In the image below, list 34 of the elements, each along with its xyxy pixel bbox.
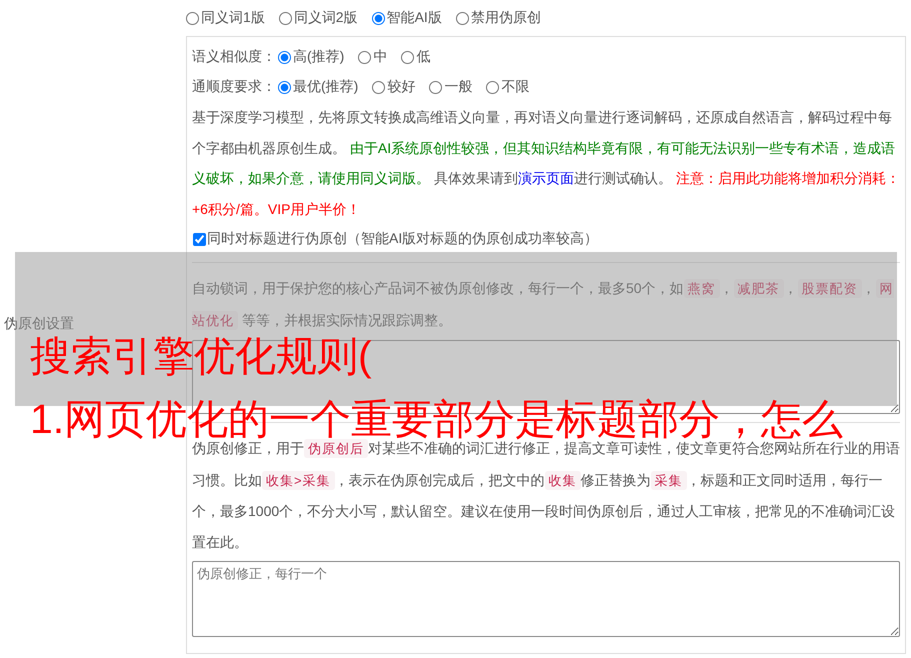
radio-button[interactable] xyxy=(429,80,442,94)
section-label: 伪原创设置 xyxy=(3,315,74,333)
radio-label: 中 xyxy=(373,48,388,66)
radio-button[interactable] xyxy=(372,12,385,24)
description-text: 伪原创修正，用于 伪原创后 对某些不准确的词汇进行修正，提高文章可读性，使文章更符合您网站所在行业的用语习惯。比如 收集>采集 ，表示在伪原创完成后，把文中的 收集 修正替换为 采集 ，标题和正文同时适用，每行一个，最多1000个，不分大小写，默认留空。建议在使用一段时间伪原创后，通过人工审核，把常见的不准确词汇设置在此。 xyxy=(192,439,900,552)
setting-label: 语义相似度： xyxy=(192,48,276,66)
headline-text: 搜索引擎优化规则( xyxy=(30,333,372,379)
setting-label: 通顺度要求： xyxy=(192,78,276,96)
radio-button[interactable] xyxy=(372,80,386,94)
radio-button[interactable] xyxy=(186,12,199,24)
radio-button[interactable] xyxy=(278,12,292,24)
radio-button[interactable] xyxy=(401,50,414,64)
radio-label: 同义词2版 xyxy=(294,9,358,27)
radio-button[interactable] xyxy=(456,12,469,24)
radio-button[interactable] xyxy=(278,50,291,64)
radio-label: 禁用伪原创 xyxy=(470,9,541,27)
radio-label: 高(推荐) xyxy=(293,48,344,66)
headline-text: 1.网页优化的一个重要部分是标题部分，怎么 xyxy=(30,396,844,442)
demo-page-link[interactable]: 演示页面 xyxy=(518,170,574,186)
radio-label: 一般 xyxy=(444,78,472,96)
radio-label: 最优(推荐) xyxy=(293,78,358,96)
radio-label: 低 xyxy=(416,48,430,66)
radio-button[interactable] xyxy=(486,80,500,94)
checkbox[interactable] xyxy=(193,232,206,246)
checkbox-label: 同时对标题进行伪原创（智能AI版对标题的伪原创成功率较高） xyxy=(207,230,598,248)
radio-label: 智能AI版 xyxy=(386,9,442,27)
radio-label: 同义词1版 xyxy=(201,9,265,27)
radio-label: 不限 xyxy=(501,78,530,96)
radio-button[interactable] xyxy=(358,50,372,64)
radio-button[interactable] xyxy=(278,80,291,94)
radio-label: 较好 xyxy=(387,78,416,96)
description-text: 自动锁词，用于保护您的核心产品词不被伪原创修改，每行一个，最多50个，如 燕窝 ， 减肥茶 ， 股票配资 ， 网站优化 等等，并根据实际情况跟踪调整。 xyxy=(192,278,895,332)
description-text: 基于深度学习模型，先将原文转换成高维语义向量，再对语义向量进行逐词解码，还原成自然语言，解码过程中每个字都由机器原创生成。 由于AI系统原创性较强，但其知识结构毕竟有限，有可能无法识别一些专有术语，造成语义破坏，如果介意，请使用同义词版。 具体效果请到演示页面进行测试确认。 注意：启用此功能将增加积分消耗：+6积分/篇。VIP用户半价！ xyxy=(192,108,900,218)
textarea-field[interactable]: 伪原创修正，每行一个 xyxy=(192,561,900,637)
